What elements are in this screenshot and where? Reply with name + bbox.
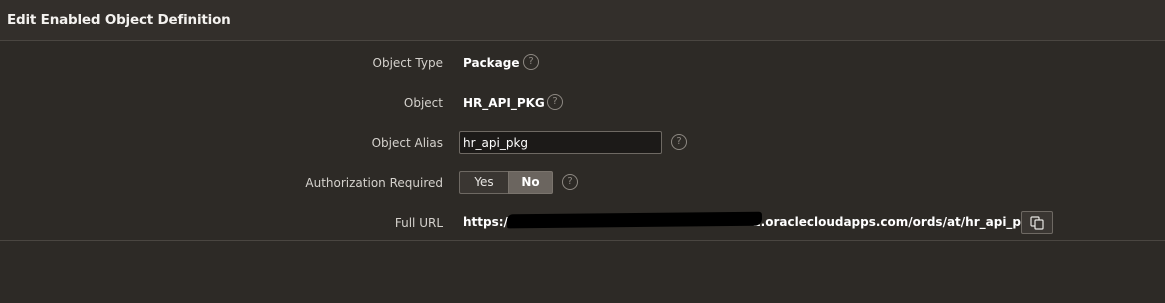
authorization-required-label: Authorization Required bbox=[305, 176, 443, 190]
help-icon[interactable]: ? bbox=[562, 174, 578, 190]
form-body: Object Type Package ? Object HR_API_PKG … bbox=[0, 41, 1165, 241]
full-url-suffix: 1.oraclecloudapps.com/ords/at/hr_api_pkg… bbox=[752, 215, 1042, 229]
copy-icon bbox=[1030, 216, 1044, 230]
full-url-label: Full URL bbox=[394, 216, 443, 230]
help-icon[interactable]: ? bbox=[547, 94, 563, 110]
panel-header: Edit Enabled Object Definition bbox=[0, 0, 1165, 41]
object-type-value: Package bbox=[463, 56, 520, 70]
object-value: HR_API_PKG bbox=[463, 96, 545, 110]
authorization-no-option[interactable]: No bbox=[508, 171, 553, 194]
help-icon[interactable]: ? bbox=[671, 134, 687, 150]
help-icon[interactable]: ? bbox=[523, 54, 539, 70]
object-alias-input[interactable] bbox=[459, 131, 662, 154]
full-url-prefix: https:// bbox=[463, 215, 513, 229]
panel-title: Edit Enabled Object Definition bbox=[7, 12, 231, 28]
object-alias-label: Object Alias bbox=[371, 136, 443, 150]
object-type-label: Object Type bbox=[372, 56, 443, 70]
redaction-mark bbox=[506, 211, 763, 229]
authorization-yes-option[interactable]: Yes bbox=[459, 171, 508, 194]
object-label: Object bbox=[403, 96, 443, 110]
copy-url-button[interactable] bbox=[1021, 211, 1053, 234]
